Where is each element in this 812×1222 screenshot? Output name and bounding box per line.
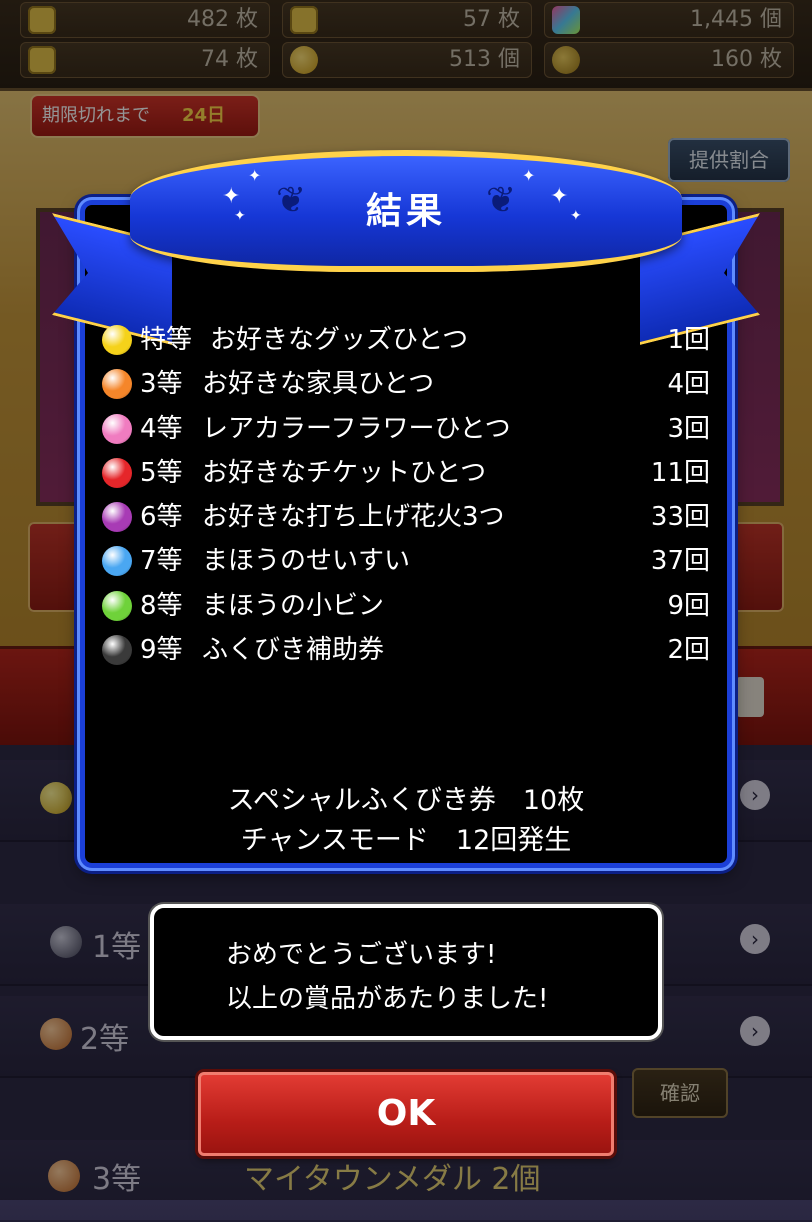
prize-count: 3回 <box>667 413 710 444</box>
prize-name: ふくびき補助券 <box>202 635 385 666</box>
prize-name: レアカラーフラワーひとつ <box>202 413 511 444</box>
prize-name: お好きな打ち上げ花火3つ <box>202 502 505 533</box>
prize-result-list: 特等 お好きなグッズひとつ 1回 3等 お好きな家具ひとつ 4回 4等 レアカラ… <box>100 320 720 674</box>
grade-ball-icon <box>102 635 132 666</box>
prize-row: 8等 まほうの小ビン 9回 <box>100 586 720 630</box>
prize-count: 37回 <box>650 546 710 577</box>
prize-count: 33回 <box>650 502 710 533</box>
prize-count: 4回 <box>667 369 710 400</box>
flourish-icon: ❦ <box>486 180 517 221</box>
sparkle-icon: ✦ <box>570 208 582 224</box>
prize-row: 7等 まほうのせいすい 37回 <box>100 541 720 585</box>
prize-grade: 9等 <box>140 635 183 666</box>
prize-grade: 5等 <box>140 457 183 488</box>
grade-ball-icon <box>102 546 132 577</box>
sparkle-icon: ✦ <box>550 184 569 209</box>
prize-grade: 6等 <box>140 502 183 533</box>
prize-name: お好きな家具ひとつ <box>202 369 435 400</box>
ok-button[interactable]: OK <box>198 1072 614 1156</box>
grade-ball-icon <box>102 502 132 533</box>
prize-row: 4等 レアカラーフラワーひとつ 3回 <box>100 409 720 453</box>
prize-count: 11回 <box>650 457 710 488</box>
grade-ball-icon <box>102 369 132 400</box>
prize-row: 特等 お好きなグッズひとつ 1回 <box>100 320 720 364</box>
prize-name: お好きなグッズひとつ <box>210 325 469 355</box>
prize-row: 3等 お好きな家具ひとつ 4回 <box>100 364 720 408</box>
grade-ball-icon <box>102 413 132 444</box>
prize-row: 6等 お好きな打ち上げ花火3つ 33回 <box>100 497 720 541</box>
prize-grade: 8等 <box>140 590 183 621</box>
prize-grade: 3等 <box>140 369 183 400</box>
congrats-line-1: おめでとうございます! <box>226 940 497 970</box>
prize-grade: 4等 <box>140 413 183 444</box>
prize-row: 5等 お好きなチケットひとつ 11回 <box>100 453 720 497</box>
grade-ball-icon <box>102 590 132 621</box>
title-ribbon: ✦ ✦ ✦ ❦ 結果 ❦ ✦ ✦ ✦ <box>130 150 682 272</box>
ticket-summary: スペシャルふくびき券 10枚 <box>227 785 585 816</box>
grade-ball-icon <box>102 457 132 488</box>
prize-count: 2回 <box>667 635 710 666</box>
congrats-line-2: 以上の賞品があたりました! <box>226 984 549 1014</box>
prize-count: 1回 <box>667 325 710 355</box>
prize-grade: 特等 <box>140 325 193 355</box>
prize-count: 9回 <box>667 590 710 621</box>
prize-name: まほうのせいすい <box>202 546 411 577</box>
sparkle-icon: ✦ <box>522 166 536 185</box>
prize-name: お好きなチケットひとつ <box>202 457 487 488</box>
chance-mode-summary: チャンスモード 12回発生 <box>240 825 572 856</box>
prize-grade: 7等 <box>140 546 183 577</box>
grade-ball-icon <box>102 325 132 355</box>
prize-row: 9等 ふくびき補助券 2回 <box>100 630 720 674</box>
congrats-message-box: おめでとうございます! 以上の賞品があたりました! <box>150 904 662 1040</box>
prize-name: まほうの小ビン <box>202 590 385 621</box>
dialog-title: 結果 <box>365 191 446 232</box>
